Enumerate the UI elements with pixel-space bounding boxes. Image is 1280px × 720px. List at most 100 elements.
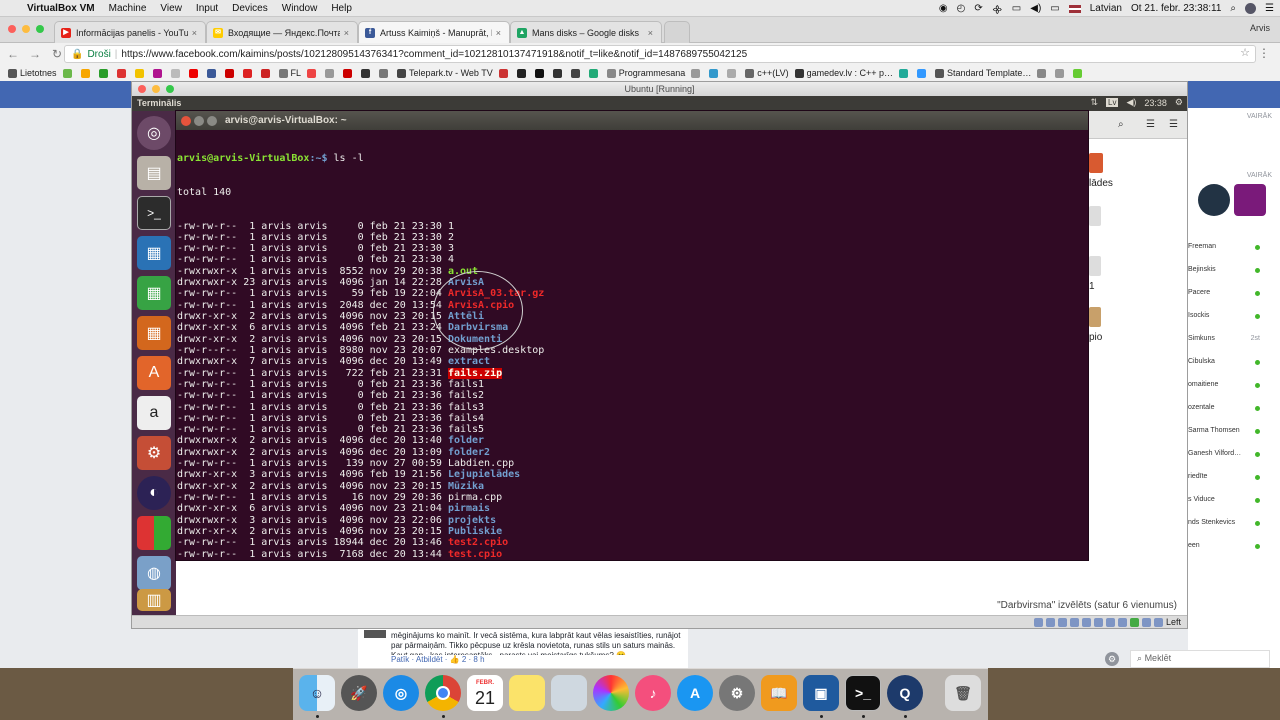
vbox-minimize-button[interactable] (152, 85, 160, 93)
entry-filename[interactable]: pirmais (448, 503, 490, 514)
terminal-output[interactable]: arvis@arvis-VirtualBox:~$ ls -l total 14… (176, 130, 1088, 560)
eclipse-icon[interactable]: ◐ (137, 476, 171, 510)
chat-contact[interactable]: Freeman (1188, 243, 1280, 255)
bookmark-icon-only[interactable] (62, 68, 75, 78)
sync-icon[interactable]: ⟳ (974, 3, 982, 14)
back-icon[interactable]: ← (4, 47, 22, 61)
menu-devices[interactable]: Devices (225, 3, 275, 14)
bookmark-icon-only[interactable] (1073, 68, 1085, 78)
bookmark-icon-only[interactable] (80, 68, 93, 78)
spotlight-icon[interactable]: ⌕ (1230, 3, 1236, 14)
close-icon[interactable]: × (192, 28, 197, 38)
chat-contact[interactable]: s Viduce (1188, 496, 1280, 508)
chat-contact[interactable]: Ganesh Vilford… (1188, 450, 1280, 462)
bookmark-icon-only[interactable] (498, 68, 511, 78)
bookmark-icon-only[interactable] (260, 68, 273, 78)
vbox-close-button[interactable] (138, 85, 146, 93)
bookmark-icon-only[interactable] (134, 68, 147, 78)
display-status-icon[interactable] (1105, 617, 1115, 627)
commenter-avatar[interactable] (364, 630, 386, 638)
entry-filename[interactable]: Lejupielādes (448, 469, 520, 480)
terminal-maximize-button[interactable] (207, 116, 217, 126)
app-store-icon[interactable]: A (677, 675, 713, 711)
menu-icon[interactable]: ☰ (1169, 119, 1178, 130)
bookmark-fl[interactable]: FL (278, 68, 301, 78)
bookmark-icon-only[interactable] (917, 68, 929, 78)
bookmark-icon-only[interactable] (379, 68, 391, 78)
list-view-icon[interactable]: ☰ (1146, 119, 1155, 130)
bookmark-icon-only[interactable] (224, 68, 237, 78)
forward-icon[interactable]: → (26, 47, 44, 61)
power-gear-icon[interactable]: ⚙ (1175, 97, 1183, 108)
entry-filename[interactable]: extract (448, 356, 490, 367)
notification-center-icon[interactable]: ☰ (1265, 3, 1274, 14)
chat-contact[interactable]: Sarma Thomsen (1188, 427, 1280, 439)
folder-icon[interactable] (1089, 153, 1103, 173)
menu-view[interactable]: View (153, 3, 189, 14)
bookmark-icon-only[interactable] (552, 68, 565, 78)
menu-machine[interactable]: Machine (102, 3, 154, 14)
close-icon[interactable]: × (648, 28, 653, 38)
chat-contact[interactable]: Bejinskis (1188, 266, 1280, 278)
keyboard-lang[interactable]: Lv (1106, 98, 1119, 107)
folder-icon[interactable] (1089, 206, 1101, 226)
preview-icon[interactable] (551, 675, 587, 711)
entry-filename[interactable]: fails.zip (447, 367, 503, 379)
libreoffice-writer-icon[interactable]: ▦ (137, 236, 171, 270)
entry-filename[interactable]: Mūzika (448, 481, 484, 492)
bookmark-cpp-lv[interactable]: c++(LV) (745, 68, 789, 78)
game-thumbnail[interactable] (1234, 184, 1266, 216)
chrome-profile-name[interactable]: Arvis (1250, 23, 1270, 33)
entry-filename[interactable]: 4 (448, 254, 454, 265)
game-thumbnail[interactable] (1198, 184, 1230, 216)
volume-icon[interactable]: ◀) (1126, 97, 1136, 108)
bookmark-star-icon[interactable]: ☆ (1240, 46, 1250, 59)
entry-filename[interactable]: fails3 (448, 402, 484, 413)
cpu-status-icon[interactable] (1129, 617, 1139, 627)
ibooks-icon[interactable]: 📖 (761, 675, 797, 711)
entry-filename[interactable]: folder2 (448, 447, 490, 458)
hdd-status-icon[interactable] (1033, 617, 1043, 627)
more-link[interactable]: VAIRĀK (1247, 172, 1272, 179)
chat-contact[interactable]: Pacere (1188, 289, 1280, 301)
optical-drive-icon[interactable] (1045, 617, 1055, 627)
entry-filename[interactable]: test2.cpio (448, 537, 508, 548)
virtualbox-icon[interactable]: ▣ (803, 675, 839, 711)
entry-filename[interactable]: fails5 (448, 424, 484, 435)
chat-contact[interactable]: nds Stenkevics (1188, 519, 1280, 531)
entry-filename[interactable]: fails4 (448, 413, 484, 424)
entry-filename[interactable]: Publiskie (448, 526, 502, 537)
bookmark-icon-only[interactable] (307, 68, 319, 78)
software-center-icon[interactable]: A (137, 356, 171, 390)
itunes-icon[interactable]: ♪ (635, 675, 671, 711)
trash-icon[interactable]: ▥ (137, 589, 171, 611)
bookmark-icon-only[interactable] (188, 68, 201, 78)
bookmark-icon-only[interactable] (1037, 68, 1049, 78)
menu-app-name[interactable]: VirtualBox VM (20, 3, 102, 14)
close-icon[interactable]: × (344, 28, 349, 38)
terminal-minimize-button[interactable] (194, 116, 204, 126)
system-settings-icon[interactable]: ⚙ (137, 436, 171, 470)
entry-filename[interactable]: pirma.cpp (448, 492, 502, 503)
bookmark-icon-only[interactable] (325, 68, 337, 78)
bookmark-icon-only[interactable] (361, 68, 373, 78)
chrome-minimize-button[interactable] (22, 25, 30, 33)
shared-folders-icon[interactable] (1093, 617, 1103, 627)
menu-window[interactable]: Window (275, 3, 325, 14)
chrome-zoom-button[interactable] (36, 25, 44, 33)
record-icon[interactable]: ◉ (939, 3, 948, 14)
close-icon[interactable]: × (496, 28, 501, 38)
disk-drive-icon[interactable]: ◍ (137, 556, 171, 590)
bookmark-icon-only[interactable] (709, 68, 721, 78)
network-arrows-icon[interactable]: ⇅ (1090, 97, 1098, 108)
chat-contact[interactable]: Simkuns 2st (1188, 335, 1280, 347)
time-machine-icon[interactable]: ◴ (957, 3, 966, 14)
entry-filename[interactable]: fails2 (448, 390, 484, 401)
chrome-menu-icon[interactable]: ⋮ (1258, 46, 1270, 60)
menubar-clock[interactable]: Ot 21. febr. 23:38:11 (1131, 3, 1221, 14)
volume-icon[interactable]: ◀) (1030, 3, 1041, 14)
terminal-window[interactable]: arvis@arvis-VirtualBox: ~ arvis@arvis-Vi… (175, 110, 1089, 561)
bookmark-icon-only[interactable] (588, 68, 601, 78)
photos-icon[interactable] (593, 675, 629, 711)
entry-filename[interactable]: Labdien.cpp (448, 458, 514, 469)
